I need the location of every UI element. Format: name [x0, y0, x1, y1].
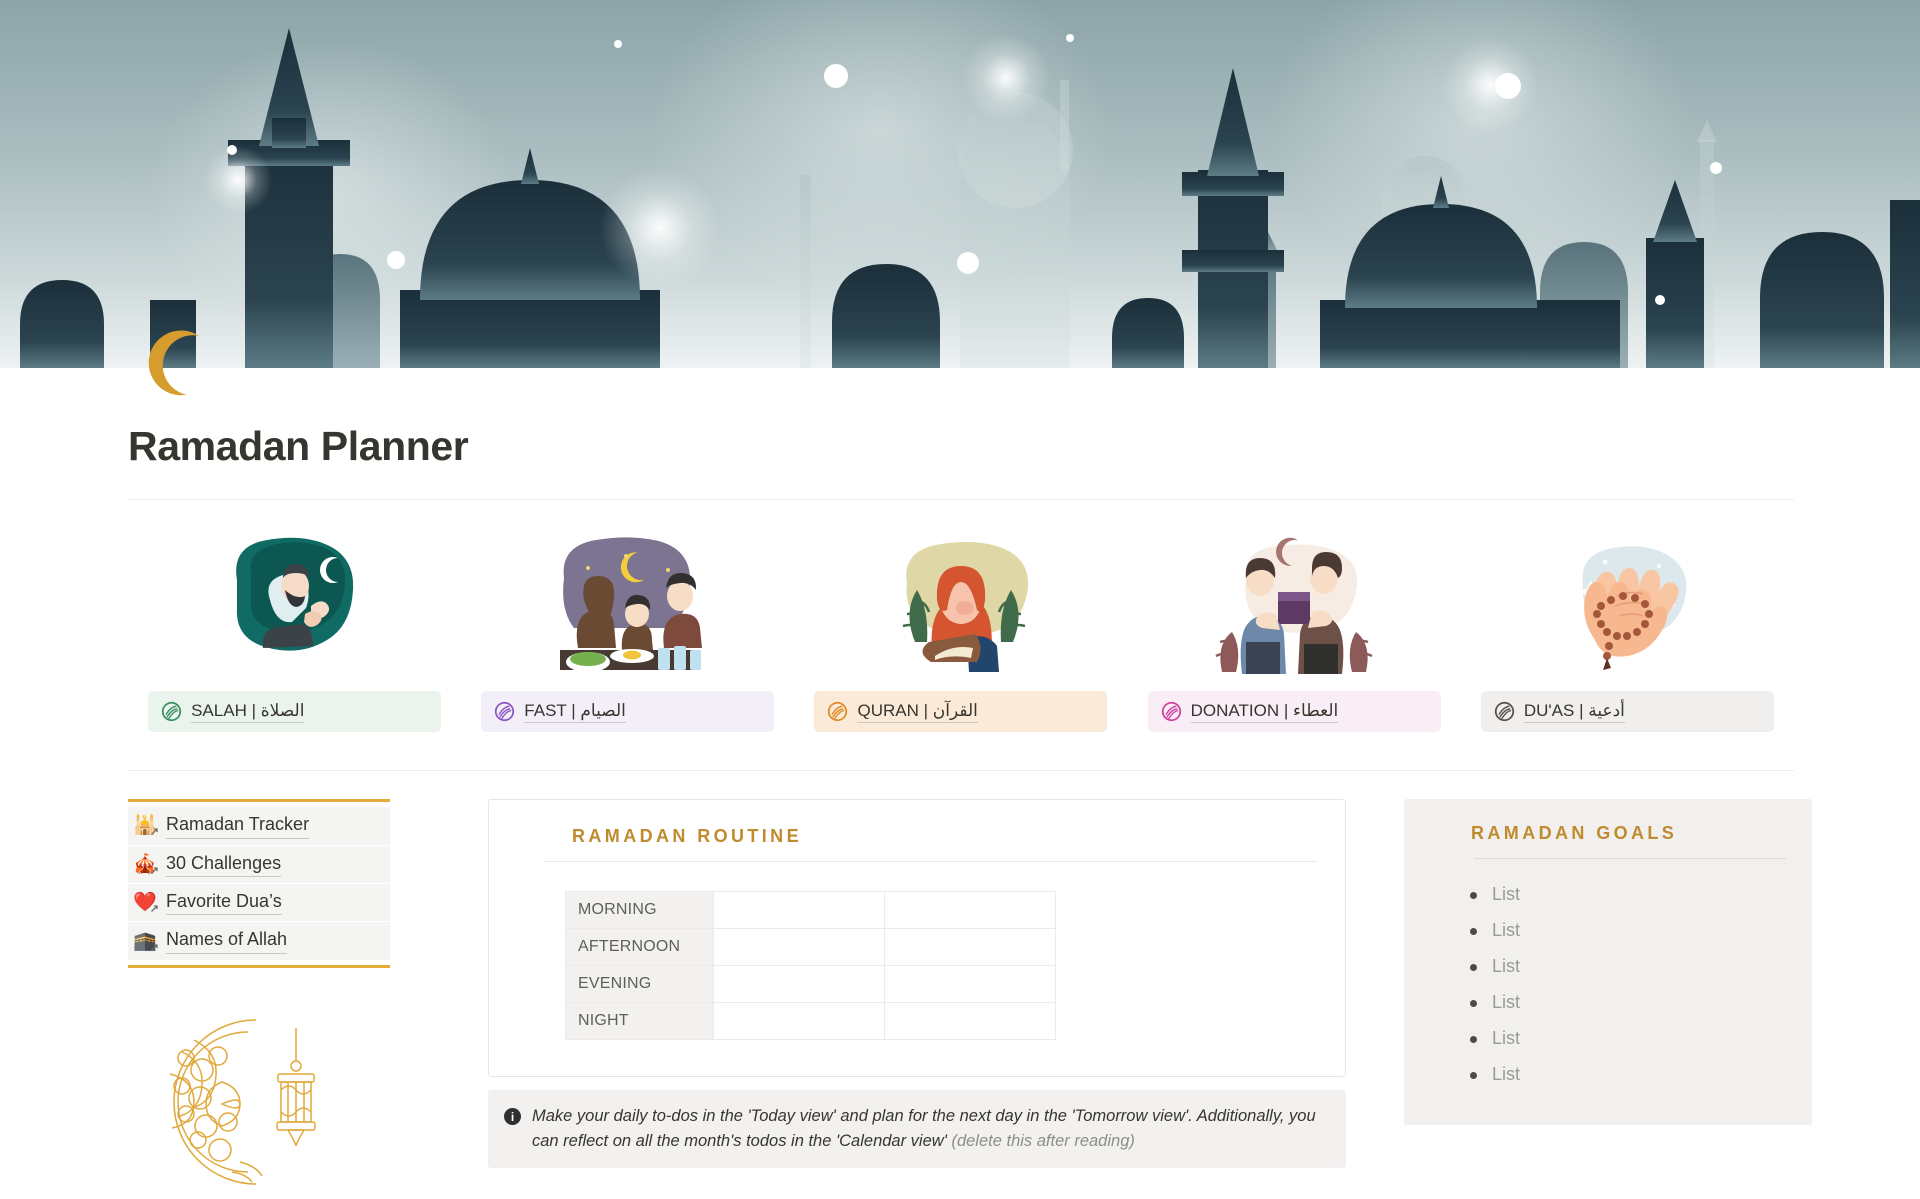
routine-cell[interactable]	[713, 1002, 885, 1041]
badge-duas[interactable]: DU'AS | أدعية	[1480, 691, 1774, 733]
table-row: EVENING	[565, 965, 1056, 1004]
page-title: Ramadan Planner	[128, 423, 469, 469]
sidebar-item-label: Favorite Dua’s	[166, 890, 282, 916]
ramadan-routine-panel: RAMADAN ROUTINE MORNING AFTERNOON EVENIN…	[488, 799, 1346, 1078]
routine-row-label: AFTERNOON	[565, 928, 714, 967]
sidebar-nav: 🕌 ↗ Ramadan Tracker 🎪 ↗ 30 Challenges ❤️ ↗ …	[128, 799, 390, 968]
external-link-arrow-icon: ↗	[149, 903, 159, 916]
sidebar-item-names-of-allah[interactable]: 🕋 ↗ Names of Allah	[128, 922, 390, 960]
sidebar-item-30-challenges[interactable]: 🎪 ↗ 30 Challenges	[128, 845, 390, 884]
badge-label-duas: DU'AS | أدعية	[1523, 700, 1625, 724]
routine-cell[interactable]	[713, 928, 885, 967]
badge-fast[interactable]: FAST | الصيام	[481, 691, 775, 733]
routine-row-label: EVENING	[565, 965, 714, 1004]
heart-emoji-icon: ❤️ ↗	[133, 892, 159, 916]
praying-hands-tasbih-illustration	[1539, 522, 1715, 674]
crescent-moon-icon	[1440, 824, 1453, 845]
list-item[interactable]: List	[1470, 915, 1786, 946]
routine-table: MORNING AFTERNOON EVENING NIGHT	[565, 891, 1056, 1041]
goals-list: List List List List List List	[1470, 879, 1786, 1090]
callout-dim-text: (delete this after reading)	[946, 1132, 1135, 1151]
badge-label-fast: FAST | الصيام	[524, 700, 626, 724]
category-card-quran: QURAN | القرآن	[794, 522, 1127, 733]
table-row: NIGHT	[565, 1002, 1056, 1041]
woman-reading-quran-illustration	[873, 522, 1049, 674]
category-card-salah: SALAH | الصلاة	[128, 522, 461, 733]
callout-text: Make your daily to-dos in the 'Today vie…	[532, 1107, 1316, 1151]
sidebar-item-label: Names of Allah	[166, 928, 288, 954]
mosque-skyline-illustration	[0, 0, 1920, 368]
badge-quran[interactable]: QURAN | القرآن	[814, 691, 1108, 733]
table-row: MORNING	[565, 891, 1056, 930]
routine-cell[interactable]	[884, 891, 1056, 930]
list-item[interactable]: List	[1470, 987, 1786, 1018]
external-link-arrow-icon: ↗	[149, 941, 159, 954]
badge-salah[interactable]: SALAH | الصلاة	[148, 691, 442, 733]
panel-divider	[544, 861, 1317, 863]
category-card-donation: DONATION | العطاء	[1128, 522, 1461, 733]
info-callout: i Make your daily to-dos in the 'Today v…	[488, 1090, 1346, 1169]
sidebar-item-label: Ramadan Tracker	[166, 813, 310, 839]
routine-row-label: MORNING	[565, 891, 714, 930]
badge-label-quran: QURAN | القرآن	[857, 700, 978, 724]
external-link-arrow-icon: ↗	[149, 864, 159, 877]
routine-cell[interactable]	[713, 891, 885, 930]
panel-title-goals: RAMADAN GOALS	[1471, 822, 1678, 843]
category-card-fast: FAST | الصيام	[461, 522, 794, 733]
page-cover-banner	[0, 0, 1920, 368]
swirl-circle-icon	[1161, 702, 1181, 722]
challenges-emoji-icon: 🎪 ↗	[133, 853, 159, 877]
routine-row-label: NIGHT	[565, 1002, 714, 1041]
title-divider	[128, 499, 1794, 500]
category-cards: SALAH | الصلاة FAST | الصيام QURAN | الق…	[128, 522, 1794, 733]
crescent-moon-icon	[148, 330, 200, 396]
list-item[interactable]: List	[1470, 879, 1786, 910]
ornate-crescent-lantern-illustration	[136, 1012, 446, 1197]
routine-cell[interactable]	[713, 965, 885, 1004]
swirl-circle-icon	[495, 702, 515, 722]
panel-divider	[1474, 858, 1786, 860]
swirl-circle-icon	[1494, 702, 1514, 722]
badge-label-salah: SALAH | الصلاة	[191, 700, 305, 724]
external-link-arrow-icon: ↗	[149, 826, 159, 839]
routine-cell[interactable]	[884, 928, 1056, 967]
sidebar-item-label: 30 Challenges	[166, 852, 282, 878]
sidebar-item-ramadan-tracker[interactable]: 🕌 ↗ Ramadan Tracker	[128, 807, 390, 845]
ramadan-goals-panel: RAMADAN GOALS List List List List List L…	[1404, 799, 1812, 1126]
mosque-emoji-icon: 🕌 ↗	[133, 815, 159, 839]
man-praying-illustration	[207, 522, 383, 674]
list-item[interactable]: List	[1470, 951, 1786, 982]
badge-label-donation: DONATION | العطاء	[1190, 700, 1339, 724]
list-item[interactable]: List	[1470, 1059, 1786, 1090]
charity-giving-illustration	[1206, 522, 1382, 674]
list-item[interactable]: List	[1470, 1023, 1786, 1054]
routine-cell[interactable]	[884, 1002, 1056, 1041]
badge-donation[interactable]: DONATION | العطاء	[1147, 691, 1441, 733]
names-emoji-icon: 🕋 ↗	[133, 930, 159, 954]
panel-title-routine: RAMADAN ROUTINE	[572, 825, 802, 846]
family-iftar-illustration	[540, 522, 716, 674]
cards-divider	[128, 770, 1794, 772]
crescent-moon-icon	[541, 827, 554, 848]
routine-cell[interactable]	[884, 965, 1056, 1004]
category-card-duas: DU'AS | أدعية	[1461, 522, 1794, 733]
sidebar-item-favorite-duas[interactable]: ❤️ ↗ Favorite Dua’s	[128, 884, 390, 922]
swirl-circle-icon	[161, 702, 182, 722]
table-row: AFTERNOON	[565, 928, 1056, 967]
swirl-circle-icon	[828, 702, 848, 722]
info-icon: i	[504, 1108, 521, 1126]
